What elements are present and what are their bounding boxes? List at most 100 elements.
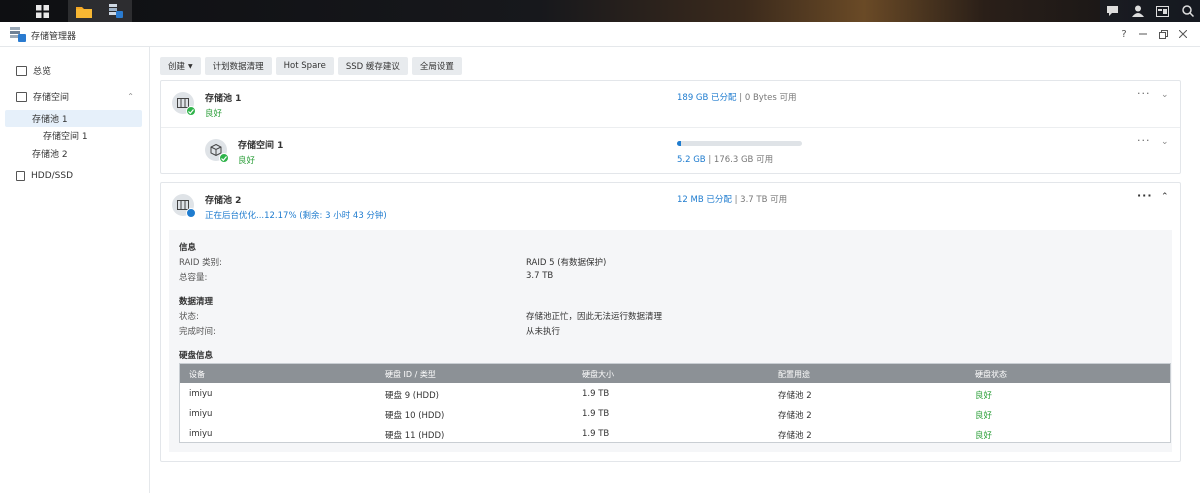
scrub-state-label: 状态: xyxy=(179,312,199,322)
create-label: 创建 xyxy=(168,62,186,72)
column-header[interactable]: 配置用途 xyxy=(778,369,810,380)
sidebar-item-volume-1[interactable]: 存储空间 1 xyxy=(5,127,142,144)
chevron-down-icon[interactable]: ⌄ xyxy=(1161,90,1169,100)
sidebar-item-label: 存储空间 1 xyxy=(43,132,88,142)
minimize-icon xyxy=(1139,33,1147,35)
close-icon xyxy=(1179,30,1187,38)
window-title: 存储管理器 xyxy=(31,32,77,42)
disk-section-title: 硬盘信息 xyxy=(179,351,214,361)
disk-status: 良好 xyxy=(975,431,993,441)
healthy-check-icon xyxy=(219,153,229,163)
global-settings-button[interactable]: 全局设置 xyxy=(411,57,462,75)
pool-2-row[interactable]: 存储池 2 正在后台优化...12.17% (剩余: 3 小时 43 分钟) 1… xyxy=(161,183,1180,229)
usage-fill xyxy=(677,141,681,146)
toolbar: 创建 ▼ 计划数据清理 Hot Spare SSD 缓存建议 全局设置 xyxy=(160,57,462,75)
schedule-scrub-button[interactable]: 计划数据清理 xyxy=(204,57,272,75)
storage-manager-taskbar-button[interactable] xyxy=(100,0,132,22)
table-cell: 存储池 2 xyxy=(778,391,812,401)
table-header: 设备 硬盘 ID / 类型 硬盘大小 配置用途 硬盘状态 xyxy=(180,364,1170,383)
minimize-button[interactable] xyxy=(1137,28,1149,40)
pool-1-row[interactable]: 存储池 1 良好 189 GB 已分配 | 0 Bytes 可用 ··· ⌄ xyxy=(161,81,1180,128)
sidebar-item-storage[interactable]: 存储空间 ⌃ xyxy=(5,88,142,105)
disk-status: 良好 xyxy=(975,411,993,421)
chevron-down-icon[interactable]: ⌄ xyxy=(1161,137,1169,147)
ssd-cache-advisor-button[interactable]: SSD 缓存建议 xyxy=(337,57,408,75)
table-cell: 硬盘 11 (HDD) xyxy=(385,431,445,441)
column-header[interactable]: 硬盘状态 xyxy=(975,369,1007,380)
sync-icon xyxy=(186,208,196,218)
taskbar-tray xyxy=(1100,0,1200,22)
grid-icon xyxy=(35,4,49,18)
storage-manager-icon xyxy=(10,27,26,42)
scrub-done-label: 完成时间: xyxy=(179,327,216,337)
volume-1-row[interactable]: 存储空间 1 良好 5.2 GB | 176.3 GB 可用 ··· ⌄ xyxy=(161,128,1180,175)
storage-pool-icon xyxy=(172,92,196,116)
sidebar: 总览 存储空间 ⌃ 存储池 1 存储空间 1 存储池 2 HDD/SSD xyxy=(0,47,150,493)
scrub-section-title: 数据清理 xyxy=(179,297,214,307)
pool-2-available: 3.7 TB 可用 xyxy=(740,195,788,205)
widgets-icon[interactable] xyxy=(1150,0,1175,22)
sidebar-item-hdd-ssd[interactable]: HDD/SSD xyxy=(5,167,142,184)
table-cell: 硬盘 10 (HDD) xyxy=(385,411,445,421)
storage-manager-icon xyxy=(109,4,123,18)
pool-1-panel: 存储池 1 良好 189 GB 已分配 | 0 Bytes 可用 ··· ⌄ 存… xyxy=(160,80,1181,174)
column-header[interactable]: 设备 xyxy=(189,369,205,380)
sidebar-item-pool-1[interactable]: 存储池 1 xyxy=(5,110,142,127)
volume-1-used: 5.2 GB xyxy=(677,155,706,165)
folder-icon xyxy=(76,6,92,18)
raid-type-label: RAID 类别: xyxy=(179,258,222,268)
pool-2-capacity: 12 MB 已分配 | 3.7 TB 可用 xyxy=(677,193,787,205)
table-cell: imiyu xyxy=(189,389,213,399)
total-capacity-value: 3.7 TB xyxy=(526,271,554,281)
search-icon[interactable] xyxy=(1175,0,1200,22)
sidebar-item-overview[interactable]: 总览 xyxy=(5,62,142,79)
pool-2-allocated: 12 MB 已分配 xyxy=(677,195,732,205)
chat-icon[interactable] xyxy=(1100,0,1125,22)
pool-1-allocated: 189 GB 已分配 xyxy=(677,93,737,103)
volume-icon xyxy=(205,139,229,163)
storage-pool-icon xyxy=(172,194,196,218)
raid-type-value: RAID 5 (有数据保护) xyxy=(526,258,607,268)
hot-spare-button[interactable]: Hot Spare xyxy=(275,57,334,75)
volume-1-available: 176.3 GB 可用 xyxy=(713,155,774,165)
disk-table: 设备 硬盘 ID / 类型 硬盘大小 配置用途 硬盘状态 imiyu 硬盘 9 … xyxy=(179,363,1171,443)
taskbar xyxy=(0,0,1200,22)
pool-1-status: 良好 xyxy=(205,109,223,119)
sidebar-item-label: 存储空间 xyxy=(33,93,70,103)
storage-icon xyxy=(16,91,27,102)
pool-2-details: 信息 RAID 类别: RAID 5 (有数据保护) 总容量: 3.7 TB 数… xyxy=(169,230,1172,452)
file-station-button[interactable] xyxy=(68,0,100,22)
more-options-icon[interactable]: ··· xyxy=(1137,189,1153,202)
volume-1-status: 良好 xyxy=(238,156,256,166)
sidebar-item-pool-2[interactable]: 存储池 2 xyxy=(5,145,142,162)
create-button[interactable]: 创建 ▼ xyxy=(160,57,201,75)
caret-down-icon: ▼ xyxy=(188,62,193,70)
pool-1-available: 0 Bytes 可用 xyxy=(744,93,797,103)
chevron-up-icon[interactable]: ⌃ xyxy=(127,92,134,101)
close-button[interactable] xyxy=(1177,28,1189,40)
volume-1-name: 存储空间 1 xyxy=(238,141,284,151)
scrub-done-value: 从未执行 xyxy=(526,327,561,337)
scrub-state-value: 存储池正忙，因此无法运行数据清理 xyxy=(526,312,663,322)
sidebar-item-label: 存储池 2 xyxy=(32,150,68,160)
chevron-up-icon[interactable]: ⌃ xyxy=(1161,192,1169,202)
table-cell: imiyu xyxy=(189,429,213,439)
table-cell: 存储池 2 xyxy=(778,431,812,441)
volume-1-usage-bar xyxy=(677,141,802,146)
column-header[interactable]: 硬盘大小 xyxy=(582,369,614,380)
main-menu-button[interactable] xyxy=(26,0,58,22)
table-cell: 1.9 TB xyxy=(582,389,610,399)
pool-1-name: 存储池 1 xyxy=(205,94,242,104)
table-cell: 1.9 TB xyxy=(582,409,610,419)
table-cell: 硬盘 9 (HDD) xyxy=(385,391,439,401)
user-icon[interactable] xyxy=(1125,0,1150,22)
restore-button[interactable] xyxy=(1157,28,1169,40)
disk-status: 良好 xyxy=(975,391,993,401)
help-button[interactable]: ? xyxy=(1118,28,1130,40)
info-section-title: 信息 xyxy=(179,243,197,253)
column-header[interactable]: 硬盘 ID / 类型 xyxy=(385,369,436,380)
more-options-icon[interactable]: ··· xyxy=(1137,87,1151,100)
pool-2-status: 正在后台优化...12.17% (剩余: 3 小时 43 分钟) xyxy=(205,211,387,221)
more-options-icon[interactable]: ··· xyxy=(1137,134,1151,147)
table-cell: 存储池 2 xyxy=(778,411,812,421)
